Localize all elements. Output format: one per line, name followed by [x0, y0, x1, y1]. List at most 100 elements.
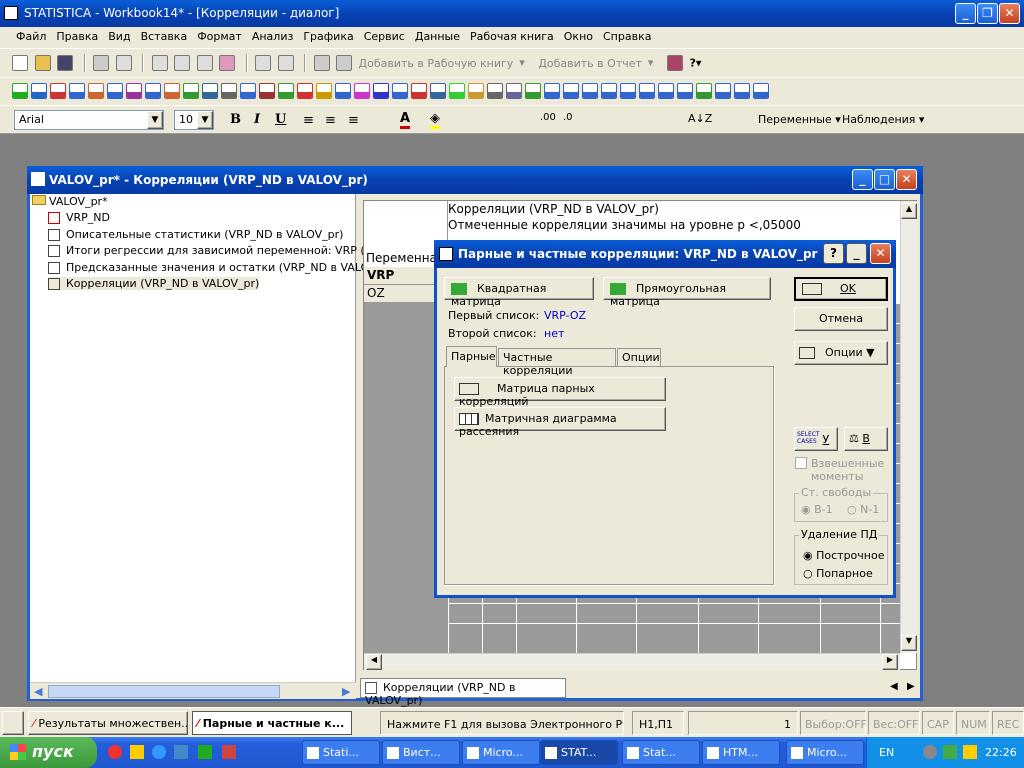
add-workbook-button[interactable]: Добавить в Рабочую книгу [359, 57, 514, 70]
open-icon[interactable] [34, 55, 51, 71]
graph-tool-icon[interactable] [506, 83, 522, 99]
wb-close-button[interactable]: ✕ [896, 169, 917, 190]
observations-menu[interactable]: Наблюдения ▾ [842, 113, 924, 126]
graph-tool-icon[interactable] [88, 83, 104, 99]
graph-tool-icon[interactable] [582, 83, 598, 99]
graph-tool-icon[interactable] [392, 83, 408, 99]
scatter-matrix-button[interactable]: Матричная диаграмма рассеяния [454, 407, 666, 438]
sheet-scroll-right-icon[interactable]: ▶ [882, 654, 898, 670]
menu-item[interactable]: Правка [56, 30, 98, 43]
font-size-select[interactable]: 10 ▼ [174, 110, 214, 130]
underline-button[interactable]: U [275, 112, 286, 127]
close-button[interactable]: ✕ [999, 3, 1020, 24]
menu-item[interactable]: Сервис [364, 30, 405, 43]
menu-item[interactable]: Окно [564, 30, 593, 43]
quicklaunch2-icon[interactable] [174, 745, 188, 759]
book-icon[interactable] [666, 55, 683, 71]
menu-item[interactable]: Файл [16, 30, 46, 43]
tray-icon-3[interactable] [963, 745, 977, 759]
graph-tool-icon[interactable] [202, 83, 218, 99]
tree-item[interactable]: Описательные статистики (VRP_ND в VALOV_… [48, 228, 343, 241]
align-left-icon[interactable]: ≡ [303, 113, 314, 128]
graph-tool-icon[interactable] [373, 83, 389, 99]
tray-icon-1[interactable] [923, 745, 937, 759]
tree-root[interactable]: VALOV_pr* [32, 195, 108, 208]
square-matrix-button[interactable]: Квадратная матрица [444, 277, 594, 308]
fill-color-icon[interactable]: ◈ [430, 111, 440, 129]
graph-tool-icon[interactable] [221, 83, 237, 99]
wb-minimize-button[interactable]: _ [852, 169, 873, 190]
graph-tool-icon[interactable] [335, 83, 351, 99]
sheet-hscrollbar[interactable]: ◀ ▶ [364, 653, 900, 670]
dialog-close-button[interactable]: ✕ [870, 243, 891, 264]
italic-button[interactable]: I [254, 112, 260, 127]
save-icon[interactable] [57, 55, 73, 71]
graph-tool-icon[interactable] [145, 83, 161, 99]
graph-tool-icon[interactable] [107, 83, 123, 99]
graph-tool-icon[interactable] [183, 83, 199, 99]
graph-tool-icon[interactable] [354, 83, 370, 99]
graph-tool-icon[interactable] [487, 83, 503, 99]
print-icon[interactable] [93, 55, 109, 71]
taskbar-item[interactable]: Stati... [302, 740, 380, 765]
excel-quick-icon[interactable] [198, 745, 212, 759]
tree-item[interactable]: VRP_ND [48, 211, 110, 224]
wb-maximize-button[interactable]: □ [874, 169, 895, 190]
decrease-decimal-icon[interactable]: .0 [563, 112, 573, 123]
graph-tool-icon[interactable] [12, 83, 28, 99]
restore-button[interactable]: ❐ [977, 3, 998, 24]
taskbar-item[interactable]: Вист... [382, 740, 460, 765]
increase-decimal-icon[interactable]: .00 [540, 112, 556, 123]
graph-tool-icon[interactable] [240, 83, 256, 99]
preview-icon[interactable] [115, 55, 132, 71]
menu-item[interactable]: Вставка [141, 30, 188, 43]
graph-tool-icon[interactable] [753, 83, 769, 99]
status-graph-icon[interactable] [2, 711, 24, 735]
sort-icon[interactable]: A↓Z [688, 112, 712, 125]
redo-icon[interactable] [277, 55, 294, 71]
menu-item[interactable]: Данные [415, 30, 460, 43]
graph-tool-icon[interactable] [449, 83, 465, 99]
scroll-left-icon[interactable]: ◀ [34, 685, 42, 698]
graph-tool-icon[interactable] [563, 83, 579, 99]
weighted-moments-checkbox[interactable]: Взвешенные моменты [795, 457, 884, 483]
bold-button[interactable]: B [230, 112, 241, 127]
graph-tool-icon[interactable] [50, 83, 66, 99]
taskbar-item[interactable]: Micro... [786, 740, 864, 765]
new-icon[interactable] [12, 55, 28, 71]
graph-tool-icon[interactable] [468, 83, 484, 99]
pairwise-radio[interactable]: ○ Попарное [803, 567, 873, 580]
paste-icon[interactable] [196, 55, 213, 71]
taskbar-item[interactable]: STAT... [540, 740, 618, 765]
graph-tool-icon[interactable] [734, 83, 750, 99]
scroll-down-icon[interactable]: ▼ [901, 635, 917, 651]
align-right-icon[interactable]: ≡ [348, 113, 359, 128]
find-icon[interactable] [313, 55, 330, 71]
sheet-tab[interactable]: Корреляции (VRP_ND в VALOV_pr) [360, 678, 566, 707]
pair-matrix-button[interactable]: Матрица парных корреляций [454, 377, 666, 408]
quicklaunch-icon[interactable] [130, 745, 144, 759]
graph-tool-icon[interactable] [31, 83, 47, 99]
tab-scroll-right-icon[interactable]: ▶ [907, 681, 915, 692]
select-cases-button[interactable]: SELECT CASES У [794, 427, 838, 451]
taskwin-regression[interactable]: ⁄ Результаты множествен... [28, 711, 188, 735]
sheet-scroll-left-icon[interactable]: ◀ [366, 654, 382, 670]
graph-tool-icon[interactable] [696, 83, 712, 99]
goto-icon[interactable] [336, 55, 352, 71]
help-pointer-icon[interactable]: ?▾ [689, 57, 701, 70]
graph-tool-icon[interactable] [525, 83, 541, 99]
start-button[interactable]: пуск [0, 737, 97, 768]
tree-item[interactable]: Корреляции (VRP_ND в VALOV_pr) [48, 277, 260, 290]
tab-options[interactable]: Опции [617, 348, 661, 366]
graph-tool-icon[interactable] [164, 83, 180, 99]
graph-tool-icon[interactable] [278, 83, 294, 99]
graph-tool-icon[interactable] [126, 83, 142, 99]
menu-item[interactable]: Графика [303, 30, 353, 43]
add-report-button[interactable]: Добавить в Отчет [538, 57, 642, 70]
df-n1-radio[interactable]: ○ N-1 [847, 503, 879, 516]
tree-item[interactable]: Итоги регрессии для зависимой переменной… [48, 244, 395, 257]
menu-item[interactable]: Справка [603, 30, 651, 43]
taskbar-item[interactable]: Stat... [622, 740, 700, 765]
tab-pairs[interactable]: Парные [446, 346, 497, 367]
language-indicator[interactable]: EN [879, 746, 894, 759]
